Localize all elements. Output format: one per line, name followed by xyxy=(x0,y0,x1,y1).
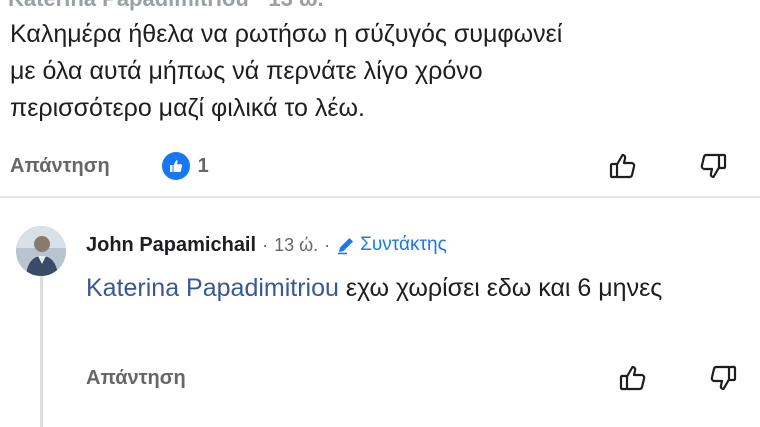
reply-body: εχω χωρίσει εδω και 6 μηνες xyxy=(338,274,663,302)
top-comment-line-1: Καλημέρα ήθελα να ρωτήσω η σύζυγός συμφω… xyxy=(10,20,563,48)
top-comment-author[interactable]: Katerina Papadimitriou · 13 ώ. xyxy=(8,0,324,12)
avatar[interactable] xyxy=(16,226,66,276)
reply-author[interactable]: John Papamichail xyxy=(86,234,256,257)
reaction-count: 1 xyxy=(197,154,209,177)
author-badge-label: Συντάκτης xyxy=(360,234,447,255)
divider xyxy=(0,196,760,198)
vote-controls xyxy=(606,150,730,182)
reply-button[interactable]: Απάντηση xyxy=(10,155,110,178)
reply-actions: Απάντηση xyxy=(86,362,740,394)
separator-dot: · xyxy=(262,234,269,255)
thumbs-up-outline-icon[interactable] xyxy=(606,149,640,183)
thumbs-down-outline-icon[interactable] xyxy=(696,149,730,183)
top-comment-actions: Απάντηση 1 xyxy=(10,150,750,182)
comment-thread: Katerina Papadimitriou · 13 ώ. Καλημέρα … xyxy=(0,0,760,427)
reply-text: Katerina Papadimitriou εχω χωρίσει εδω κ… xyxy=(86,268,746,308)
thumbs-down-outline-icon[interactable] xyxy=(706,361,740,395)
thread-line xyxy=(40,272,43,427)
author-badge: Συντάκτης xyxy=(336,234,447,256)
vote-controls xyxy=(616,362,740,394)
thumbs-up-outline-icon[interactable] xyxy=(616,361,650,395)
reply-timestamp[interactable]: 13 ώ. xyxy=(274,235,318,256)
top-comment-text: Καλημέρα ήθελα να ρωτήσω η σύζυγός συμφω… xyxy=(10,16,730,127)
mention-link[interactable]: Katerina Papadimitriou xyxy=(86,274,339,302)
top-comment-line-2: με όλα αυτά μήπως νά περνάτε λίγο χρόνο xyxy=(10,57,483,85)
pencil-icon xyxy=(338,238,354,255)
reply-button[interactable]: Απάντηση xyxy=(86,367,186,390)
thumbs-up-icon xyxy=(161,152,190,180)
separator-dot: · xyxy=(324,234,331,255)
reaction-summary[interactable]: 1 xyxy=(161,152,209,180)
top-comment-line-3: περισσότερο μαζί φιλικά το λέω. xyxy=(10,94,365,122)
reply-header: John Papamichail · 13 ώ. · Συντάκτης xyxy=(86,230,447,260)
